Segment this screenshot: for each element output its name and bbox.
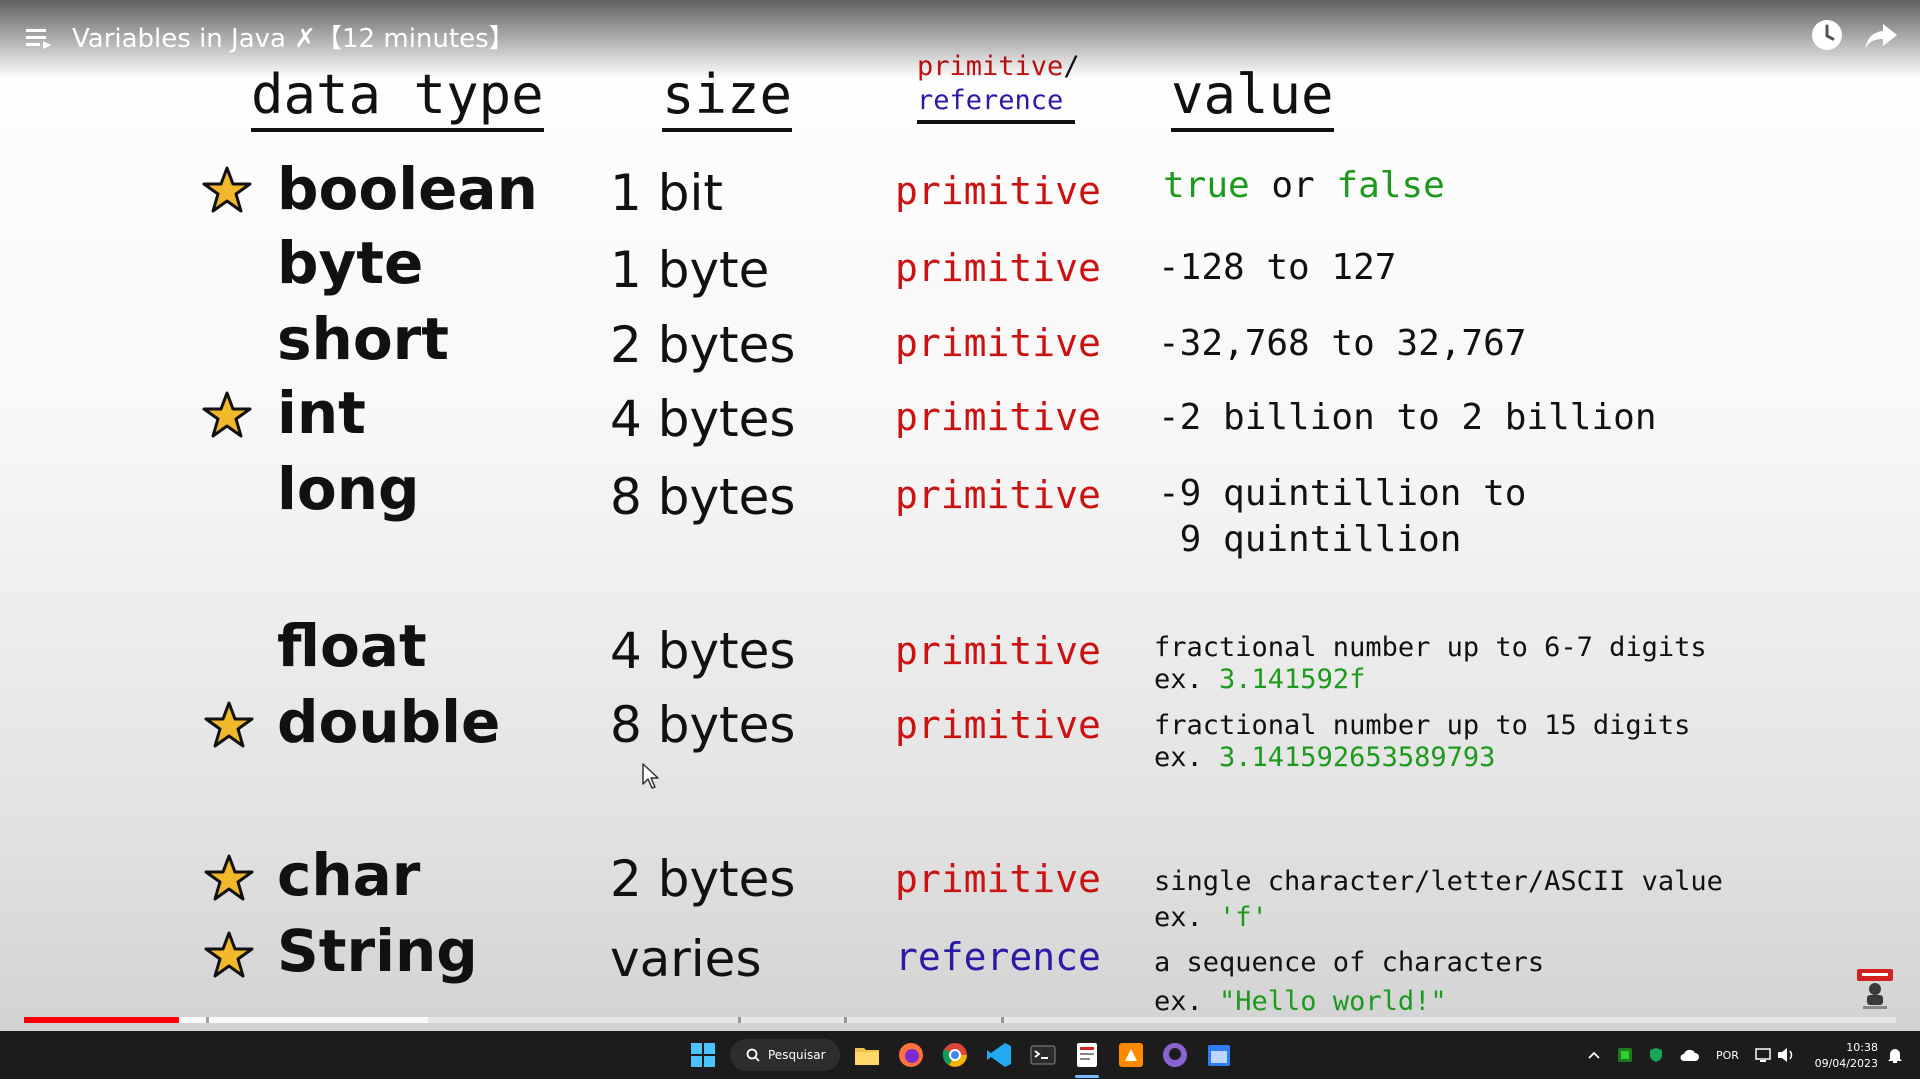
value-true: true [1163,165,1250,206]
volume-icon[interactable] [1776,1046,1796,1064]
kind-float: primitive [895,629,1101,673]
value-string: a sequence of characters ex. "Hello worl… [1154,943,1544,1021]
star-icon [202,166,252,213]
star-icon [202,391,252,438]
type-float: float [277,612,427,680]
keyboard-language[interactable]: POR [1716,1049,1739,1062]
app-icon[interactable] [1115,1039,1147,1071]
value-int: -2 billion to 2 billion [1158,397,1657,438]
kind-double: primitive [895,703,1101,747]
chapter-divider [206,1017,209,1023]
header-reference: reference [917,85,1064,116]
security-icon[interactable] [1647,1046,1665,1064]
share-icon[interactable] [1863,20,1899,52]
type-short: short [277,305,449,373]
value-byte: -128 to 127 [1158,247,1397,288]
taskbar-search[interactable]: Pesquisar [730,1039,840,1071]
subscribe-watermark-icon[interactable] [1855,967,1895,1011]
size-long: 8 bytes [610,468,796,526]
value-long-line1: -9 quintillion to [1158,473,1527,514]
value-long-line2: 9 quintillion [1158,519,1462,560]
value-char-ex: 'f' [1219,902,1268,934]
type-int: int [277,379,366,447]
value-string-ex-prefix: ex. [1154,986,1220,1018]
star-icon [204,931,254,978]
video-title[interactable]: Variables in Java ✗【12 minutes】 [72,18,515,55]
search-icon [746,1048,760,1062]
value-double-ex-prefix: ex. [1154,742,1220,774]
size-int: 4 bytes [610,390,796,448]
calendar-icon[interactable] [1203,1039,1235,1071]
size-short: 2 bytes [610,316,796,374]
video-player[interactable]: data type size primitive/ reference valu… [0,0,1920,1031]
size-float: 4 bytes [610,622,796,680]
value-double-desc: fractional number up to 15 digits [1154,710,1691,741]
kind-byte: primitive [895,246,1101,290]
chapter-divider [844,1017,847,1023]
taskbar: Pesquisar POR 10:38 09/04/2023 [0,1031,1920,1079]
size-string: varies [610,930,762,988]
value-string-ex: "Hello world!" [1219,986,1447,1018]
watch-later-icon[interactable] [1810,18,1844,52]
size-char: 2 bytes [610,850,796,908]
firefox-icon[interactable] [895,1039,927,1071]
size-double: 8 bytes [610,696,796,754]
kind-char: primitive [895,857,1101,901]
value-float-ex: 3.141592f [1219,664,1366,696]
type-boolean: boolean [277,155,538,223]
clock-time[interactable]: 10:38 [1838,1041,1878,1054]
notification-icon[interactable] [1886,1046,1904,1064]
vscode-icon[interactable] [983,1039,1015,1071]
value-double-ex: 3.141592653589793 [1219,742,1496,774]
value-double: fractional number up to 15 digits ex. 3.… [1154,710,1690,775]
value-string-desc: a sequence of characters [1154,947,1545,978]
value-false: false [1336,165,1445,206]
value-char-desc: single character/letter/ASCII value [1154,866,1723,897]
star-icon [204,854,254,901]
value-float-desc: fractional number up to 6-7 digits [1154,632,1707,663]
clock-date[interactable]: 09/04/2023 [1814,1057,1878,1070]
star-icon [204,701,254,748]
value-char-ex-prefix: ex. [1154,902,1220,934]
kind-long: primitive [895,473,1101,517]
size-boolean: 1 bit [610,164,723,222]
size-byte: 1 byte [610,241,770,299]
type-char: char [277,841,421,909]
active-app-indicator [1075,1075,1099,1078]
value-float-ex-prefix: ex. [1154,664,1220,696]
value-boolean: true or false [1163,168,1445,204]
mouse-cursor-icon [642,763,659,789]
progress-bar[interactable] [24,1017,1896,1023]
chapter-divider [738,1017,741,1023]
app-icon[interactable] [1071,1039,1103,1071]
value-char: single character/letter/ASCII value ex. … [1154,864,1723,937]
value-short: -32,768 to 32,767 [1158,323,1527,364]
kind-boolean: primitive [895,169,1101,213]
chrome-icon[interactable] [939,1039,971,1071]
kind-int: primitive [895,395,1101,439]
menu-icon[interactable] [24,24,54,54]
progress-played [24,1017,180,1023]
github-icon[interactable] [1159,1039,1191,1071]
tray-app-icon[interactable] [1616,1046,1634,1064]
type-double: double [277,688,501,756]
search-label: Pesquisar [768,1048,826,1062]
kind-short: primitive [895,321,1101,365]
value-or: or [1249,165,1337,206]
chapter-divider [1001,1017,1004,1023]
file-explorer-icon[interactable] [851,1039,883,1071]
chevron-up-icon[interactable] [1587,1049,1601,1061]
terminal-icon[interactable] [1027,1039,1059,1071]
network-icon[interactable] [1754,1046,1772,1064]
type-byte: byte [277,229,424,297]
windows-start-icon[interactable] [687,1039,719,1071]
type-long: long [277,455,420,523]
value-float: fractional number up to 6-7 digits ex. 3… [1154,632,1707,697]
kind-string: reference [895,935,1101,979]
type-string: String [277,917,478,985]
cloud-icon[interactable] [1678,1047,1700,1063]
